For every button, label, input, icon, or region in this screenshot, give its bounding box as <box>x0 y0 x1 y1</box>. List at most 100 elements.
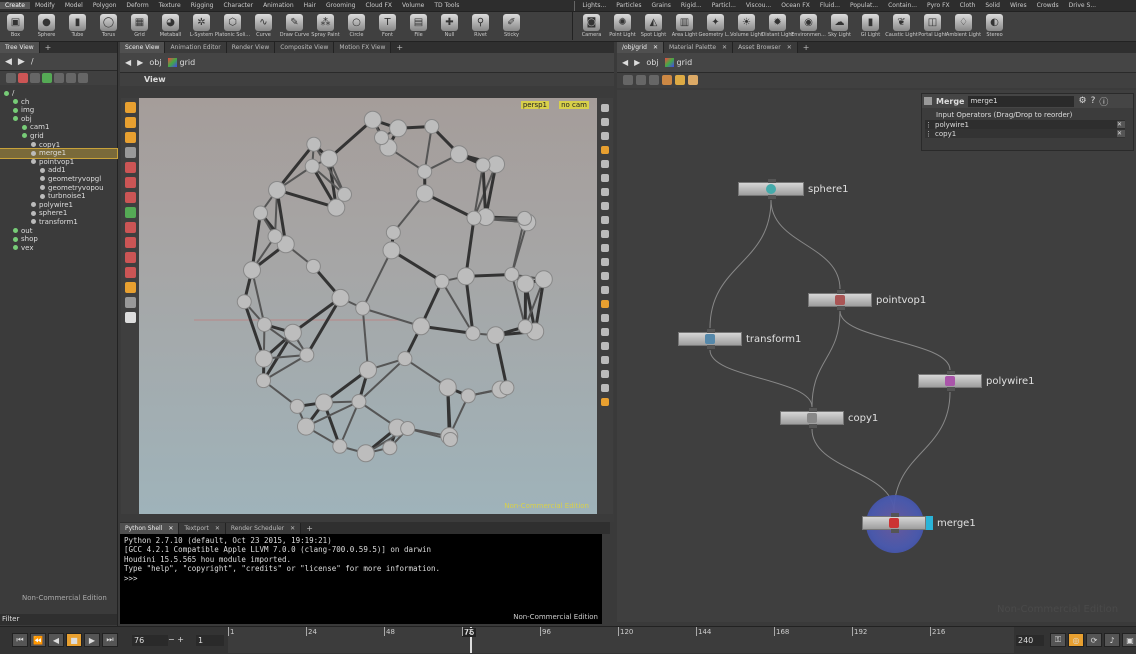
tab-tree-view[interactable]: Tree View <box>0 42 40 53</box>
display-option-icon[interactable] <box>601 300 609 308</box>
display-option-icon[interactable] <box>601 328 609 336</box>
tree-item[interactable]: add1 <box>0 166 117 175</box>
tree-item[interactable]: transform1 <box>0 218 117 227</box>
wire-sphere1-to-transform1[interactable] <box>709 199 772 329</box>
shelf-tool-circle[interactable]: ○ Circle <box>341 12 372 42</box>
tree-item[interactable]: grid <box>0 132 117 141</box>
back-arrow-icon[interactable]: ◀ <box>5 57 12 67</box>
display-option-icon[interactable] <box>601 370 609 378</box>
tab-network-0[interactable]: /obj/grid ✕ <box>617 42 664 53</box>
persp-camera-label[interactable]: persp1 <box>520 101 549 109</box>
display-option-icon[interactable] <box>601 118 609 126</box>
shelf-tool-point-light[interactable]: ✺ Point Light <box>607 12 638 42</box>
menu-polygon[interactable]: Polygon <box>88 2 122 9</box>
path-grid[interactable]: grid <box>664 58 692 67</box>
tree-item[interactable]: sphere1 <box>0 209 117 218</box>
shelf-tool-platonic[interactable]: ⬡ Platonic Soli... <box>215 12 250 42</box>
tab-textport[interactable]: Textport ✕ <box>179 522 226 534</box>
viewport-tool-icon[interactable] <box>124 177 136 188</box>
shelf-tool-file[interactable]: ▤ File <box>403 12 434 42</box>
tab-render-scheduler[interactable]: Render Scheduler ✕ <box>225 522 302 534</box>
no-cam-label[interactable]: no cam <box>559 101 589 109</box>
drag-handle-icon[interactable]: ⋮ <box>925 130 935 138</box>
tab-network-2[interactable]: Asset Browser ✕ <box>733 42 798 53</box>
node-input-port[interactable] <box>837 290 845 294</box>
forward-arrow-icon[interactable]: ▶ <box>634 58 640 67</box>
tree-tool-icon[interactable] <box>30 73 40 83</box>
shelf-tool-tube[interactable]: ▮ Tube <box>62 12 93 42</box>
menu-pyro-fx[interactable]: Pyro FX <box>922 2 955 9</box>
audio-icon[interactable]: ♪ <box>1104 633 1120 647</box>
path-obj[interactable]: obj <box>149 58 161 67</box>
shelf-tool-stereo[interactable]: ◐ Stereo <box>979 12 1010 42</box>
menu-model[interactable]: Model <box>60 2 88 9</box>
menu-animation[interactable]: Animation <box>258 2 299 9</box>
wire-transform1-to-copy1[interactable] <box>709 349 813 408</box>
node-output-port[interactable] <box>707 345 715 349</box>
tree-item[interactable]: geometryvopou <box>0 184 117 193</box>
shelf-tool-grid[interactable]: ▦ Grid <box>124 12 155 42</box>
remove-input-icon[interactable]: ✕ <box>1117 130 1125 137</box>
list-view-icon[interactable] <box>623 75 633 85</box>
node-body[interactable] <box>678 329 742 349</box>
menu-modify[interactable]: Modify <box>30 2 60 9</box>
tree-item[interactable]: pointvop1 <box>0 158 117 167</box>
node-output-port[interactable] <box>891 529 899 533</box>
viewport-3d[interactable]: persp1 no cam Non-Commercial Edition <box>139 98 597 514</box>
node-output-port[interactable] <box>809 424 817 428</box>
shelf-tool-font[interactable]: T Font <box>372 12 403 42</box>
tree-item[interactable]: shop <box>0 235 117 244</box>
menu-hair[interactable]: Hair <box>299 2 321 9</box>
viewport-tool-icon[interactable] <box>124 207 136 218</box>
viewport-tool-icon[interactable] <box>124 312 136 323</box>
display-option-icon[interactable] <box>601 202 609 210</box>
menu-wires[interactable]: Wires <box>1005 2 1032 9</box>
tree-item[interactable]: / <box>0 89 117 98</box>
display-option-icon[interactable] <box>601 174 609 182</box>
node-output-port[interactable] <box>768 195 776 199</box>
menu-solid[interactable]: Solid <box>980 2 1005 9</box>
tree-item[interactable]: merge1 <box>0 148 118 159</box>
tab-network-1[interactable]: Material Palette ✕ <box>663 42 734 53</box>
tree-item[interactable]: ch <box>0 98 117 107</box>
color-palette-icon[interactable] <box>662 75 672 85</box>
wire-sphere1-to-pointvop1[interactable] <box>770 199 841 290</box>
tree-item[interactable]: vex <box>0 244 117 253</box>
node-input-port[interactable] <box>768 179 776 183</box>
close-icon[interactable]: ✕ <box>787 42 792 53</box>
viewport-tool-icon[interactable] <box>124 267 136 278</box>
menu-particl-[interactable]: Particl... <box>707 2 741 9</box>
menu-drive-s-[interactable]: Drive S... <box>1064 2 1101 9</box>
tree-tool-icon[interactable] <box>54 73 64 83</box>
tree-item[interactable]: out <box>0 227 117 236</box>
display-flag[interactable] <box>926 516 933 530</box>
menu-viscou-[interactable]: Viscou... <box>741 2 776 9</box>
end-frame-field[interactable]: 240 <box>1016 635 1044 646</box>
add-tab-button[interactable]: + <box>40 42 57 53</box>
menu-cloth[interactable]: Cloth <box>955 2 981 9</box>
node-body[interactable] <box>738 179 804 199</box>
menu-volume[interactable]: Volume <box>397 2 429 9</box>
menu-grains[interactable]: Grains <box>646 2 675 9</box>
tile-view-icon[interactable] <box>636 75 646 85</box>
shelf-tool-curve[interactable]: ∿ Curve <box>248 12 279 42</box>
display-option-icon[interactable] <box>601 216 609 224</box>
tree-item[interactable]: obj <box>0 115 117 124</box>
node-transform1[interactable]: transform1 <box>678 329 801 349</box>
stop-button[interactable]: ■ <box>66 633 82 647</box>
tab-animation-editor[interactable]: Animation Editor <box>165 42 227 53</box>
tree-tool-icon[interactable] <box>42 73 52 83</box>
shelf-tool-rivet[interactable]: ⚲ Rivet <box>465 12 496 42</box>
node-body[interactable] <box>918 371 982 391</box>
shelf-tool-sphere[interactable]: ● Sphere <box>31 12 62 42</box>
add-tab-button[interactable]: + <box>391 42 408 53</box>
node-name-field[interactable]: merge1 <box>968 95 1075 107</box>
add-tab-button[interactable]: + <box>798 42 815 53</box>
gear-icon[interactable]: ⚙ <box>1078 96 1086 106</box>
drag-handle-icon[interactable]: ⋮ <box>925 121 935 129</box>
menu-ocean-fx[interactable]: Ocean FX <box>776 2 815 9</box>
menu-texture[interactable]: Texture <box>154 2 186 9</box>
remove-input-icon[interactable]: ✕ <box>1117 121 1125 128</box>
forward-arrow-icon[interactable]: ▶ <box>137 58 143 67</box>
display-option-icon[interactable] <box>601 384 609 392</box>
